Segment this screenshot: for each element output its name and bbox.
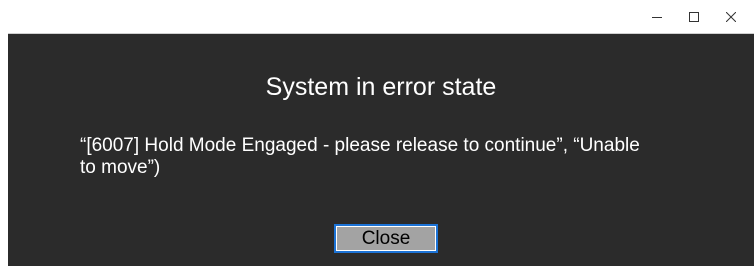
error-message: “[6007] Hold Mode Engaged - please relea…	[80, 135, 640, 178]
dialog-content: System in error state “[6007] Hold Mode …	[8, 34, 754, 266]
dialog-title: System in error state	[265, 73, 497, 101]
maximize-button[interactable]	[676, 0, 712, 33]
close-icon	[726, 11, 736, 22]
close-button[interactable]: Close	[334, 224, 438, 253]
minimize-button[interactable]	[639, 0, 675, 33]
maximize-icon	[689, 11, 699, 22]
minimize-icon	[652, 16, 662, 18]
error-dialog-window: System in error state “[6007] Hold Mode …	[8, 0, 754, 266]
close-window-button[interactable]	[713, 0, 749, 33]
title-bar	[8, 0, 754, 34]
